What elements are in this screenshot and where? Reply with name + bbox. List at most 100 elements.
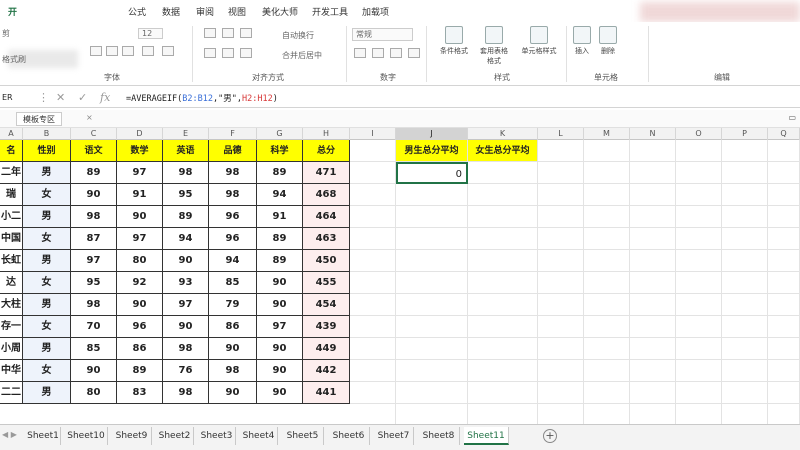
- cell-morality[interactable]: 98: [209, 162, 257, 184]
- column-header-A[interactable]: A: [0, 128, 23, 140]
- cell-gender[interactable]: 女: [23, 184, 71, 206]
- cell-math[interactable]: 96: [117, 316, 163, 338]
- empty-cell[interactable]: [630, 162, 676, 184]
- cell-gender[interactable]: 男: [23, 294, 71, 316]
- cell-total[interactable]: 464: [303, 206, 350, 228]
- cell-morality[interactable]: 96: [209, 206, 257, 228]
- sheet-tab-sheet1[interactable]: Sheet1: [26, 427, 61, 445]
- cell-english[interactable]: 76: [163, 360, 209, 382]
- empty-cell[interactable]: [768, 206, 800, 228]
- cell-science[interactable]: 89: [257, 162, 303, 184]
- empty-cell[interactable]: [468, 404, 538, 424]
- menu-review[interactable]: 审阅: [196, 5, 214, 18]
- comma-icon[interactable]: [390, 48, 402, 58]
- empty-cell[interactable]: [468, 338, 538, 360]
- table-header-english[interactable]: 英语: [163, 140, 209, 162]
- empty-cell[interactable]: [538, 404, 584, 424]
- menu-addins[interactable]: 加载项: [362, 5, 389, 18]
- empty-cell[interactable]: [468, 228, 538, 250]
- cell-math[interactable]: 97: [117, 162, 163, 184]
- empty-cell[interactable]: [584, 228, 630, 250]
- empty-cell[interactable]: [676, 272, 722, 294]
- cell-math[interactable]: 80: [117, 250, 163, 272]
- empty-cell[interactable]: [350, 206, 396, 228]
- empty-cell[interactable]: [584, 272, 630, 294]
- empty-cell[interactable]: [350, 162, 396, 184]
- cell-total[interactable]: 471: [303, 162, 350, 184]
- empty-cell[interactable]: [722, 316, 768, 338]
- formula-input[interactable]: =AVERAGEIF(B2:B12,"男",H2:H12): [126, 92, 278, 104]
- empty-cell[interactable]: [396, 228, 468, 250]
- table-header-total[interactable]: 总分: [303, 140, 350, 162]
- cell-gender[interactable]: 男: [23, 250, 71, 272]
- empty-cell[interactable]: [584, 140, 630, 162]
- cell-total[interactable]: 442: [303, 360, 350, 382]
- empty-cell[interactable]: [584, 360, 630, 382]
- menu-data[interactable]: 数据: [162, 5, 180, 18]
- cell-gender[interactable]: 男: [23, 338, 71, 360]
- cell-math[interactable]: 90: [117, 206, 163, 228]
- table-header-science[interactable]: 科学: [257, 140, 303, 162]
- cell-chinese[interactable]: 90: [71, 184, 117, 206]
- bold-icon[interactable]: [90, 46, 102, 56]
- table-header-morality[interactable]: 品德: [209, 140, 257, 162]
- menu-developer[interactable]: 开发工具: [312, 5, 348, 18]
- cell-gender[interactable]: 女: [23, 272, 71, 294]
- empty-cell[interactable]: [396, 316, 468, 338]
- empty-cell[interactable]: [768, 184, 800, 206]
- empty-cell[interactable]: [676, 250, 722, 272]
- align-left-icon[interactable]: [204, 48, 216, 58]
- empty-cell[interactable]: [468, 360, 538, 382]
- cell-gender[interactable]: 男: [23, 206, 71, 228]
- empty-cell[interactable]: [630, 316, 676, 338]
- empty-cell[interactable]: [768, 316, 800, 338]
- cell-name[interactable]: 小二: [0, 206, 23, 228]
- empty-cell[interactable]: [630, 294, 676, 316]
- cell-science[interactable]: 90: [257, 338, 303, 360]
- column-header-E[interactable]: E: [163, 128, 209, 140]
- enter-icon[interactable]: ✓: [78, 91, 87, 104]
- empty-cell[interactable]: [584, 338, 630, 360]
- cell-math[interactable]: 90: [117, 294, 163, 316]
- column-header-D[interactable]: D: [117, 128, 163, 140]
- cell-total[interactable]: 454: [303, 294, 350, 316]
- empty-cell[interactable]: [538, 184, 584, 206]
- cell-math[interactable]: 92: [117, 272, 163, 294]
- template-zone-tab[interactable]: 模板专区: [16, 112, 62, 126]
- cell-math[interactable]: 97: [117, 228, 163, 250]
- cell-total[interactable]: 450: [303, 250, 350, 272]
- cell-name[interactable]: 大柱: [0, 294, 23, 316]
- cell-morality[interactable]: 90: [209, 338, 257, 360]
- empty-cell[interactable]: [538, 382, 584, 404]
- empty-cell[interactable]: [468, 206, 538, 228]
- column-header-G[interactable]: G: [257, 128, 303, 140]
- empty-cell[interactable]: [468, 382, 538, 404]
- percent-icon[interactable]: [372, 48, 384, 58]
- cell-science[interactable]: 89: [257, 228, 303, 250]
- cell-gender[interactable]: 男: [23, 162, 71, 184]
- column-header-L[interactable]: L: [538, 128, 584, 140]
- empty-cell[interactable]: [538, 162, 584, 184]
- empty-cell[interactable]: [676, 206, 722, 228]
- cell-chinese[interactable]: 98: [71, 206, 117, 228]
- cell-total[interactable]: 468: [303, 184, 350, 206]
- empty-cell[interactable]: [396, 294, 468, 316]
- empty-cell[interactable]: [350, 382, 396, 404]
- cell-science[interactable]: 90: [257, 360, 303, 382]
- cell-chinese[interactable]: 89: [71, 162, 117, 184]
- align-middle-icon[interactable]: [222, 28, 234, 38]
- cell-chinese[interactable]: 95: [71, 272, 117, 294]
- number-format-select[interactable]: 常规: [352, 28, 413, 41]
- cell-morality[interactable]: 86: [209, 316, 257, 338]
- empty-cell[interactable]: [768, 272, 800, 294]
- cancel-icon[interactable]: ✕: [56, 91, 65, 104]
- empty-cell[interactable]: [468, 316, 538, 338]
- merge-center-button[interactable]: 合并后居中: [282, 50, 322, 61]
- menu-view[interactable]: 视图: [228, 5, 246, 18]
- empty-cell[interactable]: [538, 316, 584, 338]
- empty-cell[interactable]: [630, 382, 676, 404]
- cell-english[interactable]: 98: [163, 382, 209, 404]
- empty-cell[interactable]: [722, 272, 768, 294]
- empty-cell[interactable]: [584, 162, 630, 184]
- cell-english[interactable]: 98: [163, 162, 209, 184]
